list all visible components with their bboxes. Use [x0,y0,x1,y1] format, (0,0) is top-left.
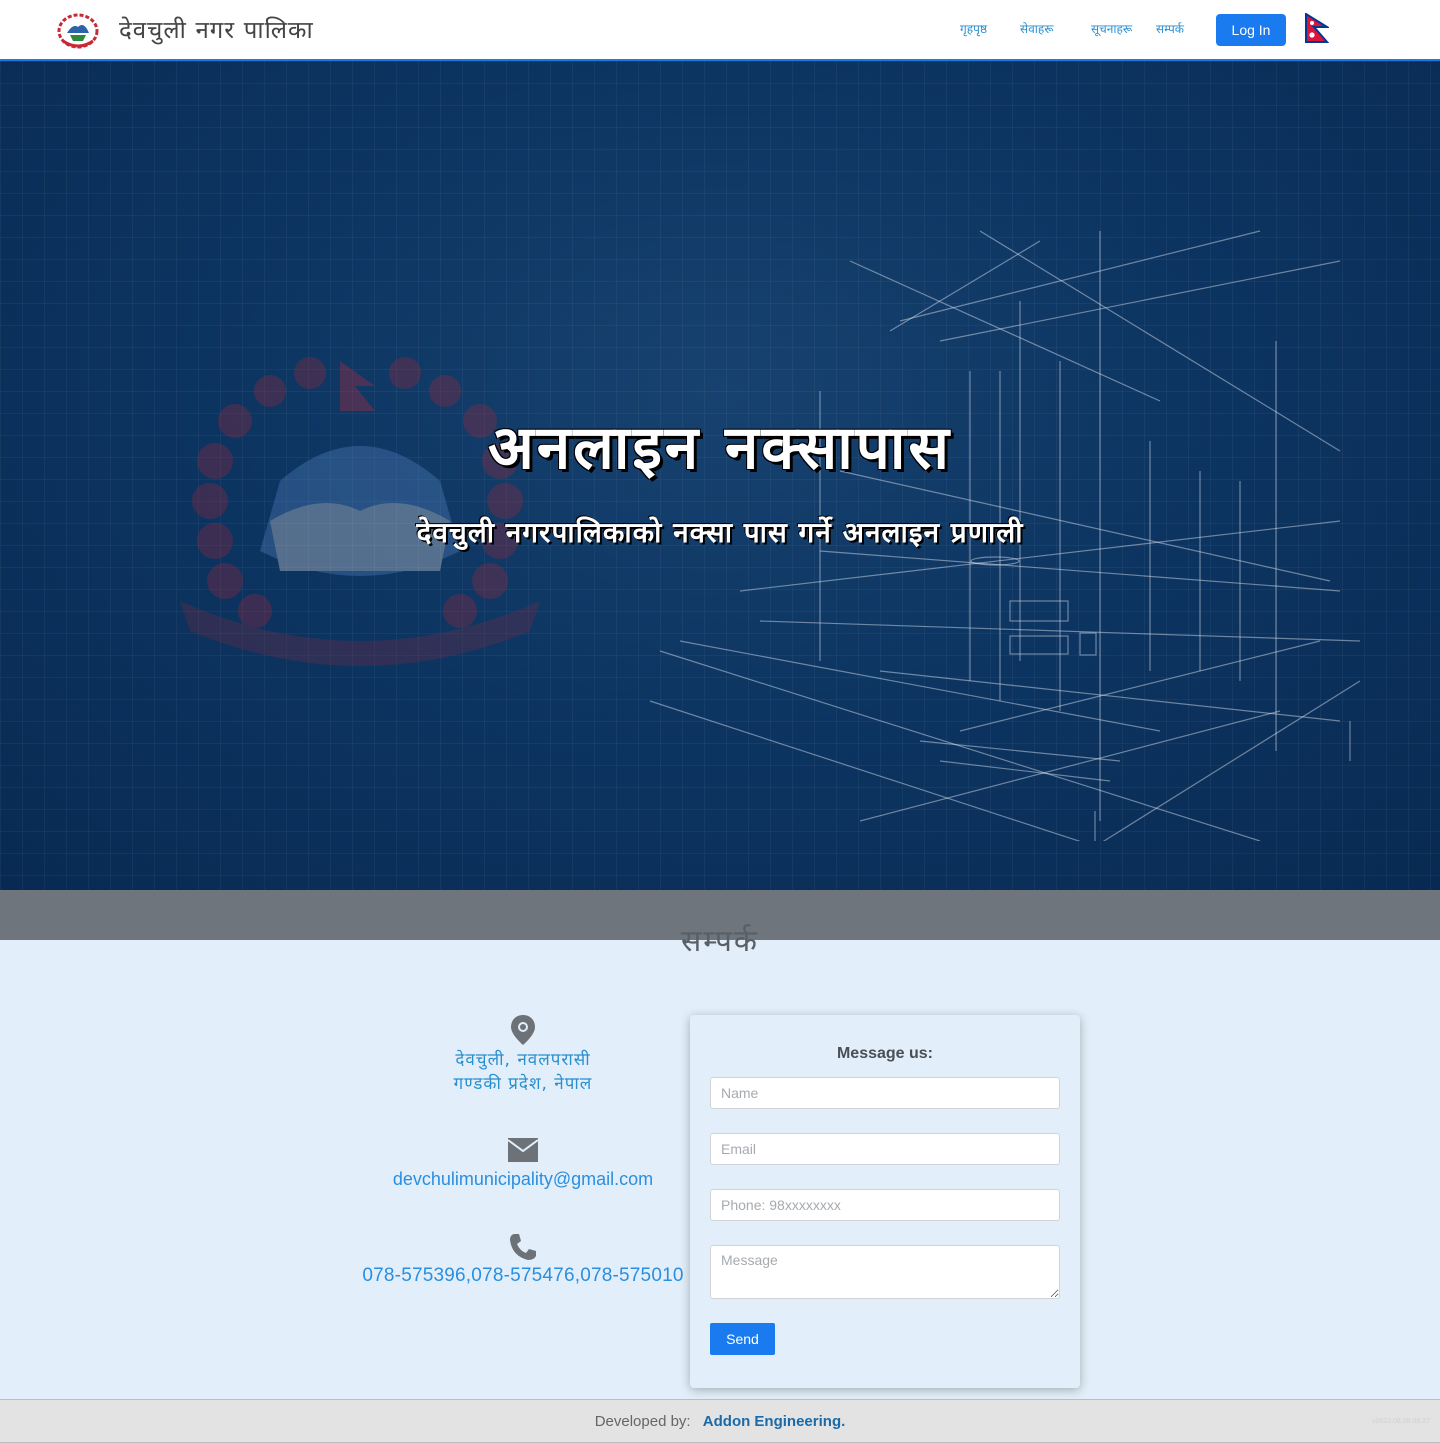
login-button[interactable]: Log In [1216,14,1286,46]
hero-subtitle: देवचुली नगरपालिकाको नक्सा पास गर्ने अनला… [416,516,1024,549]
version-stamp: v2023.08.28.09.27 [1372,1418,1430,1425]
name-input[interactable] [710,1077,1060,1109]
nav-link-contact[interactable]: सम्पर्क [1156,20,1184,38]
hero-title: अनलाइन नक्सापास [488,413,952,483]
footer: Developed by: Addon Engineering. v2023.0… [0,1399,1440,1443]
nav-link-services[interactable]: सेवाहरू [1020,20,1054,38]
envelope-icon [507,1138,539,1162]
email-block: devchulimunicipality@gmail.com [356,1137,690,1191]
nav-link-notices[interactable]: सूचनाहरू [1091,20,1132,38]
address-block: देवचुली, नवलपरासी गण्डकी प्रदेश, नेपाल [356,1014,690,1096]
email-input[interactable] [710,1133,1060,1165]
hero-banner: अनलाइन नक्सापास देवचुली नगरपालिकाको नक्स… [0,61,1440,890]
send-button[interactable]: Send [710,1323,775,1355]
nepal-emblem-icon[interactable] [57,11,99,49]
phone-block: 078-575396,078-575476,078-575010 [356,1232,690,1288]
top-navbar: देवचुली नगर पालिका गृहपृष्ठ सेवाहरू सूचन… [0,0,1440,61]
nav-link-home[interactable]: गृहपृष्ठ [960,20,987,38]
message-form-heading: Message us: [836,1045,934,1062]
developer-link[interactable]: Addon Engineering. [703,1413,846,1430]
email-link[interactable]: devchulimunicipality@gmail.com [356,1167,690,1191]
message-form-card: Message us: Send [690,1015,1080,1388]
brand-title[interactable]: देवचुली नगर पालिका [119,14,314,46]
message-textarea[interactable] [710,1245,1060,1299]
nepal-flag-icon[interactable] [1305,13,1329,43]
contact-section-title: सम्पर्क [681,924,759,959]
phone-link[interactable]: 078-575396,078-575476,078-575010 [356,1264,690,1288]
phone-input[interactable] [710,1189,1060,1221]
address-line-2: गण्डकी प्रदेश, नेपाल [453,1074,593,1094]
map-pin-icon [511,1015,535,1045]
phone-icon [510,1234,536,1260]
developed-by-label: Developed by: [594,1413,691,1430]
address-line-1: देवचुली, नवलपरासी [455,1050,591,1070]
footer-credit: Developed by: Addon Engineering. [0,1412,1440,1432]
